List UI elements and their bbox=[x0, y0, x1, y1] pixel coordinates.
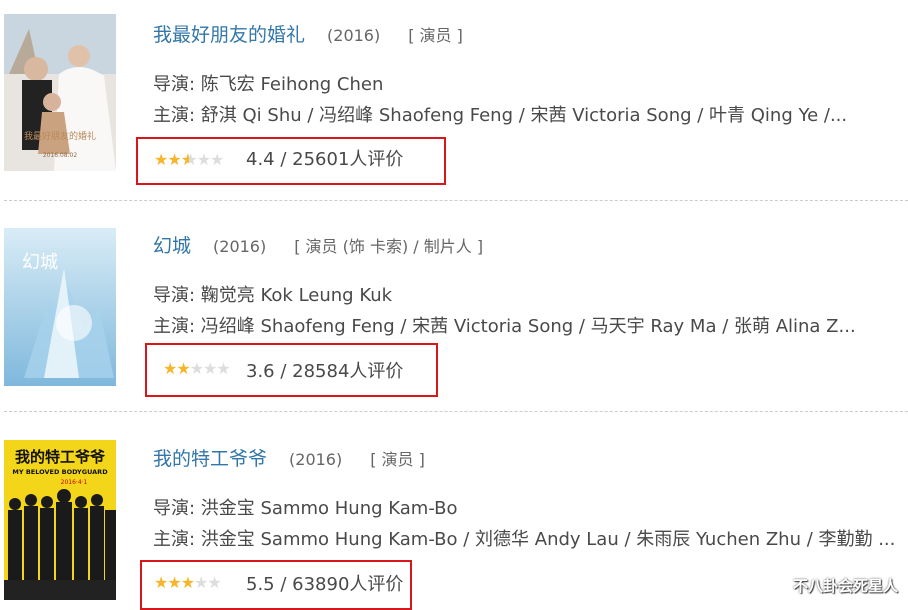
movie-poster[interactable]: 我的特工爷爷 MY BELOVED BODYGUARD 2016·4·1 bbox=[4, 440, 116, 600]
poster-image: 我最好朋友的婚礼 2016.08.02 bbox=[4, 14, 116, 171]
title-line: 我的特工爷爷 (2016) [ 演员 ] bbox=[153, 444, 425, 471]
director-line: 导演: 陈飞宏 Feihong Chen bbox=[153, 74, 384, 95]
rating-highlight-box: ★★★★★ 5.5 / 63890人评价 bbox=[140, 560, 412, 610]
movie-poster[interactable]: 我最好朋友的婚礼 2016.08.02 bbox=[4, 14, 116, 171]
title-line: 我最好朋友的婚礼 (2016) [ 演员 ] bbox=[153, 20, 463, 47]
rating-score: 4.4 / 25601人评价 bbox=[246, 149, 404, 170]
poster-image: 幻城 bbox=[4, 228, 116, 386]
star-rating: ★★★★★ bbox=[163, 359, 231, 378]
watermark-text: 不八卦会死星人 bbox=[792, 577, 898, 595]
poster-image: 我的特工爷爷 MY BELOVED BODYGUARD 2016·4·1 bbox=[4, 440, 116, 600]
director-line: 导演: 洪金宝 Sammo Hung Kam-Bo bbox=[153, 498, 458, 519]
movie-poster[interactable]: 幻城 bbox=[4, 228, 116, 386]
svg-text:我最好朋友的婚礼: 我最好朋友的婚礼 bbox=[24, 130, 96, 142]
role-tags: [ 演员 ] bbox=[370, 450, 425, 469]
movie-year: (2016) bbox=[327, 26, 381, 45]
svg-text:我的特工爷爷: 我的特工爷爷 bbox=[15, 448, 106, 466]
rating-score: 3.6 / 28584人评价 bbox=[246, 361, 404, 382]
cast-line: 主演: 洪金宝 Sammo Hung Kam-Bo / 刘德华 Andy Lau… bbox=[153, 529, 896, 550]
role-tags: [ 演员 ] bbox=[408, 26, 463, 45]
divider bbox=[4, 200, 908, 201]
rating-highlight-box: ★★★★★ 3.6 / 28584人评价 bbox=[145, 343, 438, 397]
movie-year: (2016) bbox=[289, 450, 343, 469]
star-rating: ★★★★★ bbox=[154, 573, 222, 592]
svg-text:2016.08.02: 2016.08.02 bbox=[43, 152, 78, 159]
divider bbox=[4, 411, 908, 412]
director-line: 导演: 鞠觉亮 Kok Leung Kuk bbox=[153, 285, 393, 306]
title-line: 幻城 (2016) [ 演员 (饰 卡索) / 制片人 ] bbox=[153, 231, 483, 258]
cast-line: 主演: 冯绍峰 Shaofeng Feng / 宋茜 Victoria Song… bbox=[153, 316, 856, 337]
rating-score: 5.5 / 63890人评价 bbox=[246, 574, 404, 595]
movie-title-link[interactable]: 我的特工爷爷 bbox=[153, 448, 267, 470]
movie-title-link[interactable]: 我最好朋友的婚礼 bbox=[153, 24, 305, 46]
star-rating: ★★★★★★ bbox=[154, 150, 224, 169]
role-tags: [ 演员 (饰 卡索) / 制片人 ] bbox=[294, 237, 484, 256]
rating-highlight-box: ★★★★★★ 4.4 / 25601人评价 bbox=[136, 137, 446, 185]
svg-text:幻城: 幻城 bbox=[22, 252, 58, 273]
movie-title-link[interactable]: 幻城 bbox=[153, 235, 191, 257]
cast-line: 主演: 舒淇 Qi Shu / 冯绍峰 Shaofeng Feng / 宋茜 V… bbox=[153, 105, 848, 126]
movie-year: (2016) bbox=[213, 237, 267, 256]
svg-text:MY BELOVED BODYGUARD: MY BELOVED BODYGUARD bbox=[12, 468, 108, 476]
svg-text:2016·4·1: 2016·4·1 bbox=[61, 479, 88, 486]
